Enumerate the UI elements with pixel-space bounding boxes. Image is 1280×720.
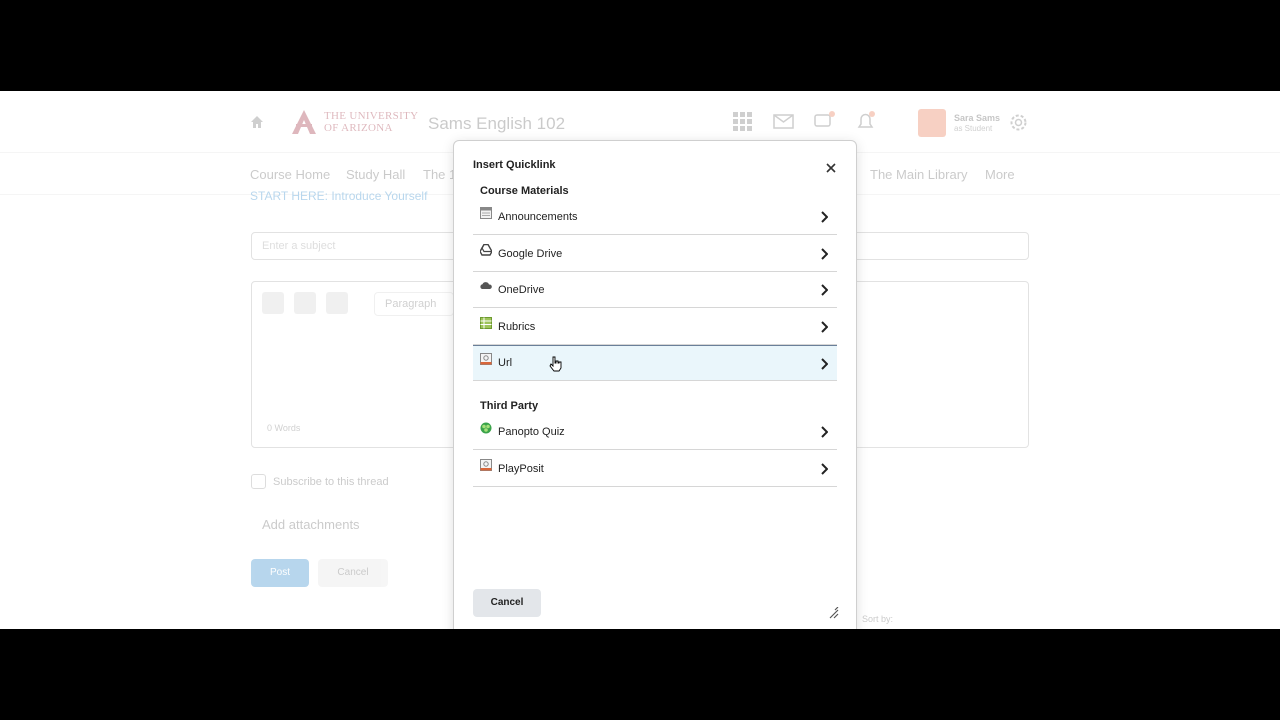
chevron-right-icon xyxy=(821,248,828,260)
cancel-button[interactable]: Cancel xyxy=(473,589,541,617)
hand-cursor-icon xyxy=(549,356,562,372)
url-icon xyxy=(480,353,492,365)
panopto-icon xyxy=(480,422,492,433)
chevron-right-icon xyxy=(821,321,828,333)
section-heading-course-materials: Course Materials xyxy=(480,185,569,197)
university-logo-icon xyxy=(292,110,316,134)
subscribe-checkbox[interactable] xyxy=(251,474,266,489)
chevron-right-icon xyxy=(821,426,828,438)
screen-area: THE UNIVERSITY OF ARIZONA Sams English 1… xyxy=(0,91,1280,629)
nav-item-partial[interactable]: The 1 xyxy=(423,167,456,182)
nav-more[interactable]: More xyxy=(985,167,1015,182)
insert-quicklink-dialog: Insert Quicklink Course Materials Announ… xyxy=(453,140,857,629)
bell-icon[interactable] xyxy=(855,111,876,132)
quicklink-panopto-quiz[interactable]: Panopto Quiz xyxy=(473,414,837,450)
quicklink-onedrive[interactable]: OneDrive xyxy=(473,272,837,308)
breadcrumb[interactable]: START HERE: Introduce Yourself xyxy=(250,189,427,203)
quicklink-label: Url xyxy=(498,357,513,369)
quicklink-label: OneDrive xyxy=(498,283,545,296)
quicklink-playposit[interactable]: PlayPosit xyxy=(473,451,837,487)
course-title[interactable]: Sams English 102 xyxy=(428,114,565,134)
home-icon[interactable] xyxy=(250,115,264,129)
gear-icon[interactable] xyxy=(1008,112,1029,133)
paragraph-select[interactable]: Paragraph xyxy=(374,292,454,316)
quicklink-announcements[interactable]: Announcements xyxy=(473,199,837,235)
quicklink-google-drive[interactable]: Google Drive xyxy=(473,236,837,272)
post-button[interactable]: Post xyxy=(251,559,309,587)
chevron-right-icon xyxy=(821,211,828,223)
sort-label: Sort by: xyxy=(862,614,894,624)
quicklink-label: Rubrics xyxy=(498,320,536,333)
insert-link-icon[interactable] xyxy=(326,292,348,314)
user-role: as Student xyxy=(954,124,993,133)
quicklink-label: Panopto Quiz xyxy=(498,425,565,438)
dialog-title: Insert Quicklink xyxy=(473,159,556,171)
avatar xyxy=(918,109,946,137)
section-heading-third-party: Third Party xyxy=(480,400,539,412)
quicklink-label: Google Drive xyxy=(498,247,563,260)
apps-grid-icon[interactable] xyxy=(732,111,753,132)
quicklink-rubrics[interactable]: Rubrics xyxy=(473,309,837,345)
resize-handle-icon[interactable] xyxy=(827,607,839,619)
add-attachments-toggle[interactable]: Add attachments xyxy=(262,517,360,532)
chevron-right-icon xyxy=(821,284,828,296)
close-icon[interactable] xyxy=(824,161,838,175)
user-name: Sara Sams xyxy=(954,113,1001,123)
nav-course-home[interactable]: Course Home xyxy=(250,167,330,182)
user-menu[interactable]: Sara Sams as Student xyxy=(918,109,1000,137)
university-name-line1: THE UNIVERSITY xyxy=(324,110,419,122)
subscribe-label: Subscribe to this thread xyxy=(273,475,389,488)
background-cancel-button[interactable]: Cancel xyxy=(318,559,388,587)
chevron-right-icon xyxy=(821,463,828,475)
nav-study-hall[interactable]: Study Hall xyxy=(346,167,405,182)
nav-main-library[interactable]: The Main Library xyxy=(870,167,968,182)
chevron-right-icon xyxy=(821,358,828,370)
announcements-icon xyxy=(480,206,492,219)
word-count: 0 Words xyxy=(267,423,301,433)
quicklink-label: PlayPosit xyxy=(498,462,544,475)
university-logo[interactable]: THE UNIVERSITY OF ARIZONA xyxy=(290,109,418,135)
google-drive-icon xyxy=(480,243,492,256)
subscribe-option[interactable]: Subscribe to this thread xyxy=(251,474,389,489)
insert-image-icon[interactable] xyxy=(294,292,316,314)
playposit-icon xyxy=(480,458,492,471)
chat-icon[interactable] xyxy=(814,111,835,132)
rubrics-icon xyxy=(480,316,492,329)
insert-video-icon[interactable] xyxy=(262,292,284,314)
quicklink-label: Announcements xyxy=(498,210,578,223)
university-name-line2: OF ARIZONA xyxy=(324,122,393,134)
onedrive-icon xyxy=(480,281,492,289)
quicklink-url[interactable]: Url xyxy=(473,345,837,381)
mail-icon[interactable] xyxy=(773,111,794,132)
